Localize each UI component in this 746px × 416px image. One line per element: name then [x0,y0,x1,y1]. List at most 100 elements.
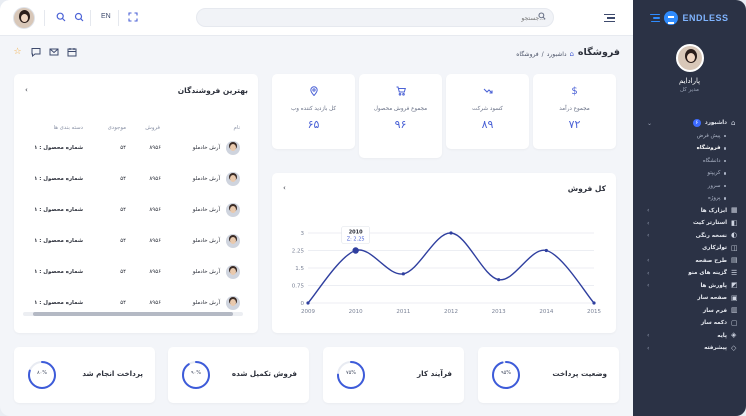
horizontal-scrollbar[interactable] [23,312,243,316]
table-row[interactable]: آرش خادملو ۸۹۵۶ ۵۴ شماره محصول : ۱ [14,169,258,189]
table-row[interactable]: آرش خادملو ۸۹۵۶ ۵۴ شماره محصول : ۱ [14,138,258,158]
profile: پارادایم مدیر کل [633,36,746,93]
chat-icon[interactable] [30,47,41,58]
trend-down-icon [446,86,529,98]
table-row[interactable]: آرش خادملو ۸۹۵۶ ۵۴ شماره محصول : ۱ [14,262,258,282]
mail-icon[interactable] [48,47,59,58]
search-bar[interactable] [196,8,554,27]
seller-stock: ۵۴ [120,176,126,182]
table-row[interactable]: آرش خادملو ۸۹۵۶ ۵۴ شماره محصول : ۱ [14,200,258,220]
stat-label: مجموع درآمد [559,106,590,112]
sidebar-item[interactable]: ‹ ◐ نسخه رنگی [633,230,746,243]
breadcrumb-item[interactable]: داشبورد [547,51,567,58]
x-tick-label: 2009 [301,309,315,315]
progress-percent: ۸۰% [36,370,48,376]
chevron-down-icon: ⌄ [647,119,653,127]
star-icon[interactable]: ☆ [12,47,23,58]
column-header: موجودی [107,125,126,131]
progress-card: فرآیند کار ۷۵% [323,347,464,403]
divider [44,10,45,26]
search-icon[interactable] [55,12,67,24]
sidebar-item[interactable]: ◫ تولزکاری [633,242,746,255]
y-tick-label: 1.5 [295,266,304,272]
avatar [226,296,240,310]
sidebar-menu: ⌄ ⌂ داشبورد ۶ پیش فرض فروشگاه دانشگاه کریپت… [633,117,746,355]
count-badge: ۶ [692,119,701,128]
column-header: دسته بندی ها [53,125,83,131]
sidebar-subitem[interactable]: پیش فرض [633,130,746,143]
topbar: EN [0,0,633,36]
sidebar-subitem[interactable]: پروژه [633,192,746,205]
sidebar-item-label: فرم ساز [702,307,727,314]
menu-item-icon: ◩ [731,281,738,290]
stat-value: ۷۲ [568,118,581,131]
seller-name: آرش خادملو [192,269,220,275]
language-selector[interactable]: EN [101,13,111,20]
sidebar-item-label: پاورش ها [700,282,727,289]
seller-name: آرش خادملو [192,145,220,151]
sidebar-subitem[interactable]: فروشگاه [633,142,746,155]
sidebar-item[interactable]: ‹ ☰ گزینه های منو [633,267,746,280]
menu-toggle-icon[interactable] [604,14,615,23]
notification-icon[interactable] [73,12,85,24]
sidebar-item[interactable]: ▢ دکمه ساز [633,317,746,330]
avatar [226,234,240,248]
home-icon[interactable]: ⌂ [570,50,574,58]
seller-sales: ۸۹۵۶ [149,176,161,182]
sidebar-item[interactable]: ‹ ◈ پایه [633,330,746,343]
x-tick-label: 2015 [587,309,601,315]
sidebar-item[interactable]: ‹ ▦ ابزارک ها [633,205,746,218]
stat-label: کل بازدید کننده وب [290,106,337,112]
sidebar-subitem[interactable]: دانشگاه [633,155,746,168]
progress-percent: ۹۰% [190,370,202,376]
breadcrumb: ⌂ داشبورد / فروشگاه [516,50,574,58]
table-row[interactable]: آرش خادملو ۸۹۵۶ ۵۴ شماره محصول : ۱ [14,293,258,313]
sidebar-item[interactable]: ‹ ▤ طرح صفحه [633,255,746,268]
search-input[interactable] [245,12,545,24]
chevron-left-icon: ‹ [647,344,650,352]
progress-ring: ۸۰% [27,360,57,390]
home-icon: ⌂ [731,118,736,127]
sidebar-item-label: طرح صفحه [695,257,727,264]
sidebar-item[interactable]: ▥ فرم ساز [633,305,746,318]
chevron-left-icon[interactable]: ‹ [25,86,28,94]
logo-icon [664,11,679,25]
column-header: فروش [145,125,160,131]
card-title: بهترین فروشندگان [177,86,248,95]
x-tick-label: 2012 [444,309,458,315]
progress-ring: ۷۵% [336,360,366,390]
seller-name: آرش خادملو [192,207,220,213]
avatar [226,203,240,217]
brand-logo[interactable]: ENDLESS [633,0,746,36]
sidebar-subitem[interactable]: سرور [633,180,746,193]
fullscreen-icon[interactable] [127,12,139,24]
sidebar-item-label: داشبورد [704,120,727,127]
sidebar-item[interactable]: ‹ ◇ پیشرفته [633,342,746,355]
sidebar-item[interactable]: ‹ ◩ پاورش ها [633,280,746,293]
sidebar-item[interactable]: ‹ ◧ استارتر کیت [633,217,746,230]
progress-label: فرآیند کار [417,369,452,378]
avatar[interactable] [675,44,704,72]
progress-label: پرداخت انجام شد [82,369,143,378]
user-name: پارادایم [678,77,701,85]
x-tick-label: 2014 [539,309,553,315]
progress-card: فروش تکمیل شده ۹۰% [168,347,309,403]
sidebar-item-dashboard[interactable]: ⌄ ⌂ داشبورد ۶ [633,117,746,130]
sidebar-subitem[interactable]: کریپتو [633,167,746,180]
table-row[interactable]: آرش خادملو ۸۹۵۶ ۵۴ شماره محصول : ۱ [14,231,258,251]
stat-card-revenue: $ مجموع درآمد ۷۲ [533,74,616,149]
progress-percent: ۹۵% [500,370,512,376]
user-avatar[interactable] [13,7,35,29]
seller-category: شماره محصول : ۱ [34,238,83,244]
quick-actions: ☆ [12,47,77,58]
sidebar-item-label: پیشرفته [704,345,727,352]
chevron-left-icon: ‹ [647,207,650,215]
page-title: فروشگاه [577,47,620,58]
data-point [497,278,501,282]
calendar-icon[interactable] [66,47,77,58]
chevron-left-icon: ‹ [647,257,650,265]
sales-chart-card: کل فروش ‹ 3 2.25 1.5 0.75 0 2009 2010 2011 2012 2… [272,173,616,333]
sidebar-item-label: صفحه ساز [697,295,727,302]
stat-value: ۸۹ [481,118,494,131]
sidebar-item[interactable]: ▣ صفحه ساز [633,292,746,305]
